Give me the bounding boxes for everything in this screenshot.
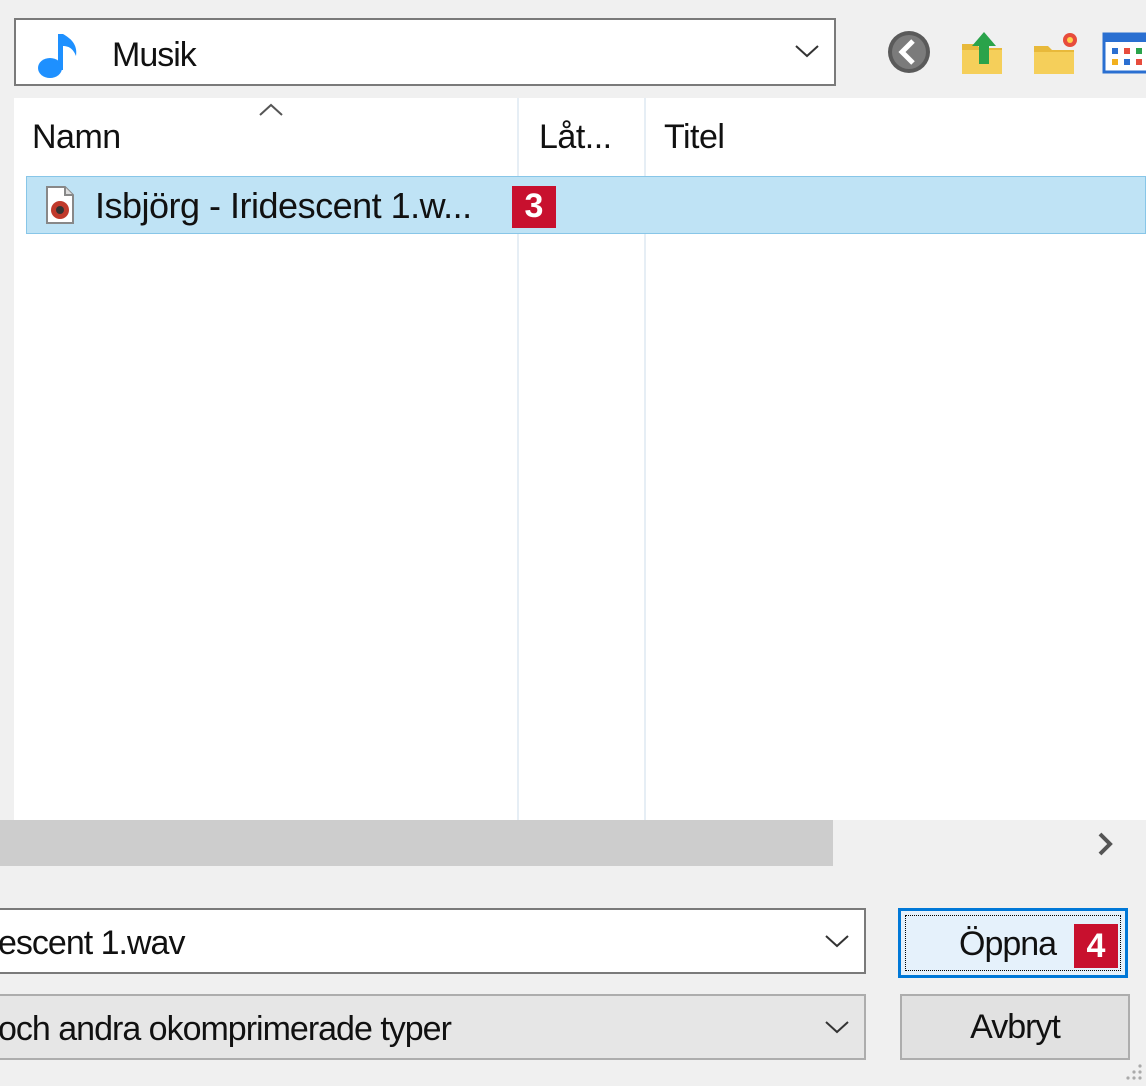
horizontal-scrollbar[interactable] [0, 820, 1146, 868]
chevron-down-icon[interactable] [794, 42, 820, 60]
file-type-select[interactable]: och andra okomprimerade typer [0, 994, 866, 1060]
column-header-name[interactable]: Namn [14, 98, 517, 176]
resize-grip-icon[interactable] [1120, 1058, 1144, 1082]
file-name: Isbjörg - Iridescent 1.w... [95, 185, 472, 226]
filename-combobox[interactable]: escent 1.wav [0, 908, 866, 974]
column-name-label: Namn [32, 118, 121, 156]
up-folder-icon[interactable] [958, 26, 1008, 78]
open-button-label: Öppna [959, 925, 1057, 963]
column-title-label: Titel [664, 118, 725, 156]
column-header-title[interactable]: Titel [644, 98, 1146, 176]
new-folder-icon[interactable] [1030, 26, 1080, 78]
cancel-button[interactable]: Avbryt [900, 994, 1130, 1060]
audio-file-icon [46, 186, 74, 224]
list-item[interactable]: Isbjörg - Iridescent 1.w... [26, 176, 1146, 234]
callout-badge-4: 4 [1074, 924, 1118, 968]
music-note-icon [38, 34, 77, 78]
column-header-track[interactable]: Låt... [517, 98, 644, 176]
view-menu-icon[interactable] [1102, 26, 1146, 78]
location-label: Musik [112, 36, 197, 74]
chevron-down-icon[interactable] [824, 1018, 850, 1036]
chevron-down-icon[interactable] [824, 932, 850, 950]
file-type-value: och andra okomprimerade typer [0, 1010, 452, 1048]
scrollbar-thumb[interactable] [0, 820, 833, 866]
column-track-label: Låt... [539, 118, 612, 156]
sort-ascending-icon [259, 103, 283, 116]
scroll-right-arrow-icon[interactable] [1092, 830, 1118, 858]
cancel-button-label: Avbryt [970, 1008, 1061, 1046]
location-combobox[interactable]: Musik [14, 18, 836, 86]
file-list[interactable]: Namn Låt... Titel Isbjörg - Iridescent 1… [14, 98, 1146, 820]
callout-badge-3: 3 [512, 186, 556, 228]
filename-value: escent 1.wav [0, 924, 185, 962]
back-icon[interactable] [884, 26, 934, 78]
